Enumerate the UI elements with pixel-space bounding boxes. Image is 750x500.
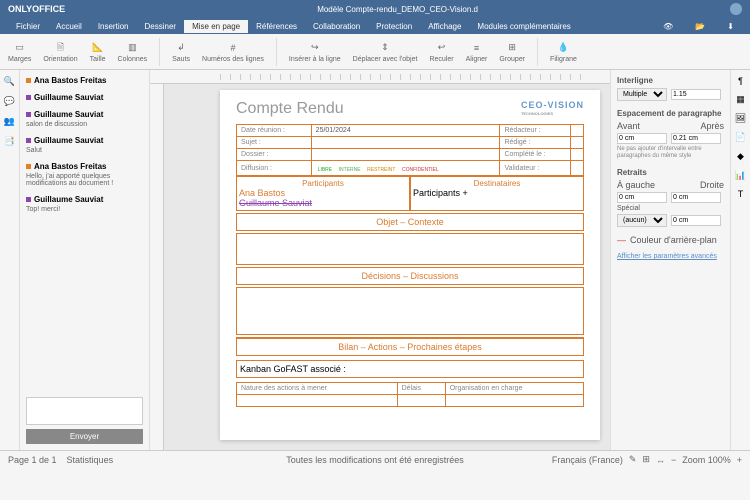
chat-icon[interactable]: 👥 — [4, 116, 16, 128]
menubar-icon[interactable]: 👁 — [655, 20, 681, 33]
zoom-level[interactable]: Zoom 100% — [682, 455, 731, 465]
menu-dessiner[interactable]: Dessiner — [137, 20, 185, 33]
spacing-before[interactable] — [617, 133, 667, 144]
ribbon-3[interactable]: ▥Colonnes — [118, 41, 148, 63]
comments-icon[interactable]: 💬 — [4, 96, 16, 108]
ribbon-8[interactable]: ↩Reculer — [429, 41, 453, 63]
language[interactable]: Français (France) — [552, 455, 623, 465]
right-sidebar: ¶ ▦ 🖼 📄 ◆ 📊 T — [730, 70, 750, 450]
chat-message: Guillaume Sauviatsalon de discussion — [26, 110, 143, 128]
menubar-icon[interactable]: ⬇ — [719, 20, 742, 33]
paragraph-icon[interactable]: ¶ — [738, 76, 743, 86]
ribbon-9[interactable]: ≡Aligner — [466, 41, 488, 63]
document-area: Compte Rendu CEO-VISIONTECHNOLOGIES Date… — [150, 70, 610, 450]
spacing-after[interactable] — [671, 133, 721, 144]
participants-section: Participants Ana Bastos Guillaume Sauvia… — [236, 176, 584, 211]
menu-affichage[interactable]: Affichage — [420, 20, 469, 33]
menu-bar: FichierAccueilInsertionDessinerMise en p… — [0, 18, 750, 34]
left-sidebar: 🔍 💬 👥 📑 — [0, 70, 20, 450]
search-icon[interactable]: 🔍 — [4, 76, 16, 88]
ribbon-10[interactable]: ⊞Grouper — [499, 41, 525, 63]
menu-protection[interactable]: Protection — [368, 20, 420, 33]
advanced-link[interactable]: Afficher les paramètres avancés — [617, 253, 724, 260]
indent-right[interactable] — [671, 192, 721, 203]
ribbon: ▭Marges 🗎Orientation 📐Taille ▥Colonnes ↲Saut… — [0, 34, 750, 70]
horizontal-ruler[interactable] — [150, 70, 610, 84]
chat-message: Guillaume SauviatTop! merci! — [26, 195, 143, 213]
chat-message: Guillaume Sauviat — [26, 93, 143, 102]
ribbon-1[interactable]: 🗎Orientation — [43, 41, 77, 63]
section-decisions: Décisions – Discussions — [236, 267, 584, 285]
save-status: Toutes les modifications ont été enregis… — [286, 455, 464, 465]
menu-mise en page[interactable]: Mise en page — [184, 20, 248, 33]
chat-message: Ana Bastos Freitas — [26, 76, 143, 85]
chat-message: Guillaume SauviatSalut — [26, 136, 143, 154]
header-icon[interactable]: 📄 — [735, 132, 746, 143]
line-spacing-val[interactable] — [671, 89, 721, 100]
document-title: Modèle Compte-rendu_DEMO_CEO-Vision.d — [65, 5, 730, 14]
chat-panel: Ana Bastos Freitas Guillaume Sauviat Guill… — [20, 70, 150, 450]
app-name: ONLYOFFICE — [8, 4, 65, 14]
user-avatar[interactable] — [730, 3, 742, 15]
meta-table: Date réunion :25/01/2024Rédacteur :Sujet… — [236, 124, 584, 176]
section-objet: Objet – Contexte — [236, 213, 584, 231]
menu-modules complémentaires[interactable]: Modules complémentaires — [469, 20, 578, 33]
ribbon-4[interactable]: ↲Sauts — [172, 41, 190, 63]
menu-fichier[interactable]: Fichier — [8, 20, 48, 33]
chart-icon[interactable]: 📊 — [735, 170, 746, 181]
menu-accueil[interactable]: Accueil — [48, 20, 90, 33]
chat-message: Ana Bastos FreitasHello, j'ai apporté qu… — [26, 162, 143, 187]
logo: CEO-VISIONTECHNOLOGIES — [521, 100, 584, 116]
menu-collaboration[interactable]: Collaboration — [305, 20, 368, 33]
title-bar: ONLYOFFICE Modèle Compte-rendu_DEMO_CEO-… — [0, 0, 750, 18]
zoom-in-icon[interactable]: + — [737, 455, 742, 465]
text-icon[interactable]: T — [738, 189, 744, 199]
actions-table: Nature des actions à menerDélaisOrganisa… — [236, 382, 584, 407]
table-icon[interactable]: ▦ — [736, 94, 745, 105]
status-bar: Page 1 de 1 Statistiques Toutes les modi… — [0, 450, 750, 468]
track-changes-icon[interactable]: ✎ — [629, 454, 637, 465]
fit-width-icon[interactable]: ↔ — [656, 455, 665, 465]
menu-références[interactable]: Références — [248, 20, 305, 33]
send-button[interactable]: Envoyer — [26, 429, 143, 444]
vertical-ruler[interactable] — [150, 84, 164, 450]
nav-icon[interactable]: 📑 — [4, 136, 16, 148]
section-bilan: Bilan – Actions – Prochaines étapes — [236, 337, 584, 356]
stats-link[interactable]: Statistiques — [67, 455, 114, 465]
line-spacing-mode[interactable]: Multiple — [617, 88, 667, 101]
ribbon-2[interactable]: 📐Taille — [90, 41, 106, 63]
indent-left[interactable] — [617, 192, 667, 203]
ribbon-11[interactable]: 💧Filigrane — [550, 41, 577, 63]
shape-icon[interactable]: ◆ — [737, 151, 744, 162]
menu-insertion[interactable]: Insertion — [90, 20, 137, 33]
fit-page-icon[interactable]: ⊞ — [642, 454, 650, 465]
ribbon-0[interactable]: ▭Marges — [8, 41, 31, 63]
page-count[interactable]: Page 1 de 1 — [8, 455, 57, 465]
ribbon-6[interactable]: ↪Insérer à la ligne — [289, 41, 341, 63]
document-page[interactable]: Compte Rendu CEO-VISIONTECHNOLOGIES Date… — [220, 90, 600, 440]
ribbon-5[interactable]: #Numéros des lignes — [202, 41, 264, 63]
indent-special[interactable]: (aucun) — [617, 214, 667, 227]
zoom-out-icon[interactable]: − — [671, 455, 676, 465]
image-icon[interactable]: 🖼 — [735, 113, 746, 124]
menubar-icon[interactable]: 📂 — [687, 20, 713, 33]
paragraph-panel: Interligne Multiple Espacement de paragr… — [610, 70, 730, 450]
chat-input[interactable] — [26, 397, 143, 425]
ribbon-7[interactable]: ⇕Déplacer avec l'objet — [353, 41, 418, 63]
